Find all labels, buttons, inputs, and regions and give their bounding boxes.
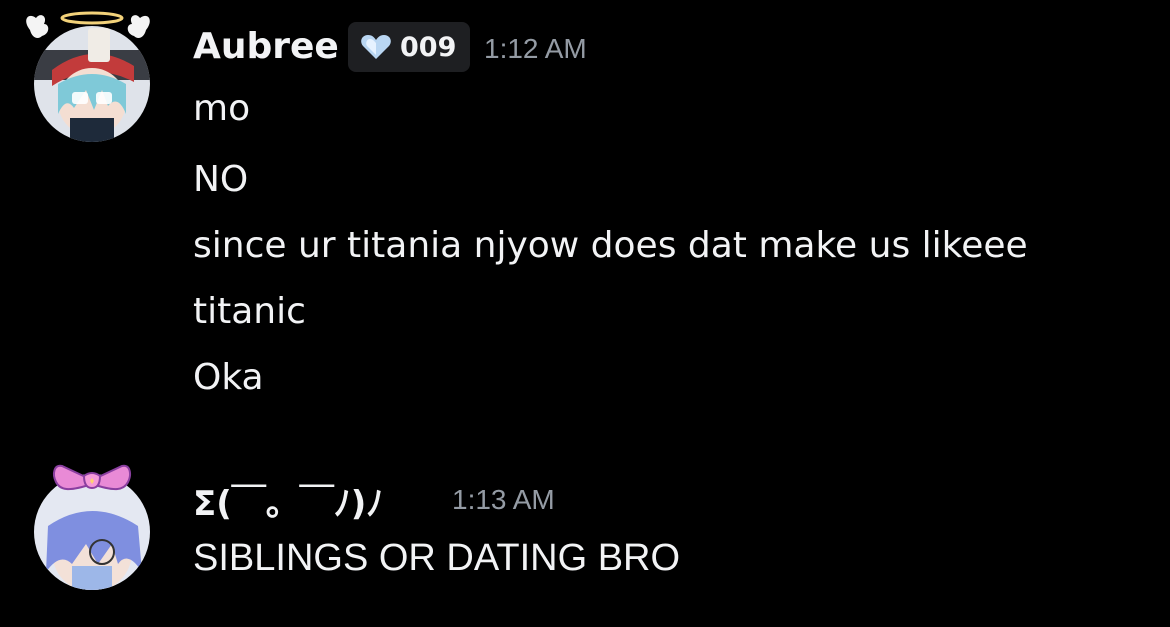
message-line-1: mo (193, 88, 251, 129)
username[interactable]: Aubree (193, 26, 339, 67)
timestamp[interactable]: 1:12 AM (484, 33, 587, 65)
username[interactable]: Σ(￣。￣ﾉ)ﾉ (193, 476, 383, 525)
guild-tag-label: 009 (400, 31, 457, 63)
guild-tag[interactable]: 009 (348, 22, 470, 72)
timestamp[interactable]: 1:13 AM (452, 484, 555, 516)
heart-gem-icon (361, 35, 391, 59)
message-line-2: NO (193, 159, 249, 200)
angel-avatar-icon (26, 11, 150, 142)
avatar-bow-user[interactable] (28, 460, 160, 592)
message-line-5: Oka (193, 357, 264, 398)
message-line-3: since ur titania njyow does dat make us … (193, 225, 1028, 266)
avatar-aubree[interactable] (22, 10, 154, 142)
message-line-1: SIBLINGS OR DATING BRO (193, 537, 681, 579)
bow-avatar-icon (34, 464, 150, 590)
message-line-4: titanic (193, 291, 306, 332)
